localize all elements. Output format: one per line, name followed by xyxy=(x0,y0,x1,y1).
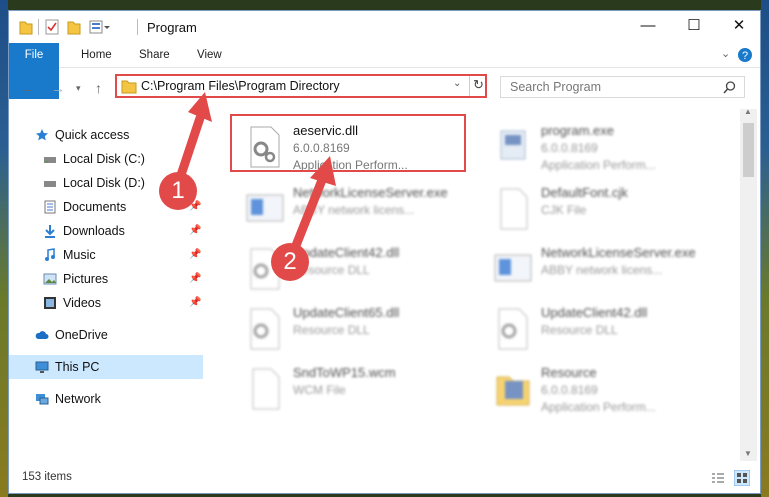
step-badge-1: 1 xyxy=(159,172,197,210)
step-badge-2: 2 xyxy=(271,243,309,281)
annotation-arrows xyxy=(175,92,336,253)
arrow-1 xyxy=(175,92,212,183)
arrow-2 xyxy=(290,156,336,253)
